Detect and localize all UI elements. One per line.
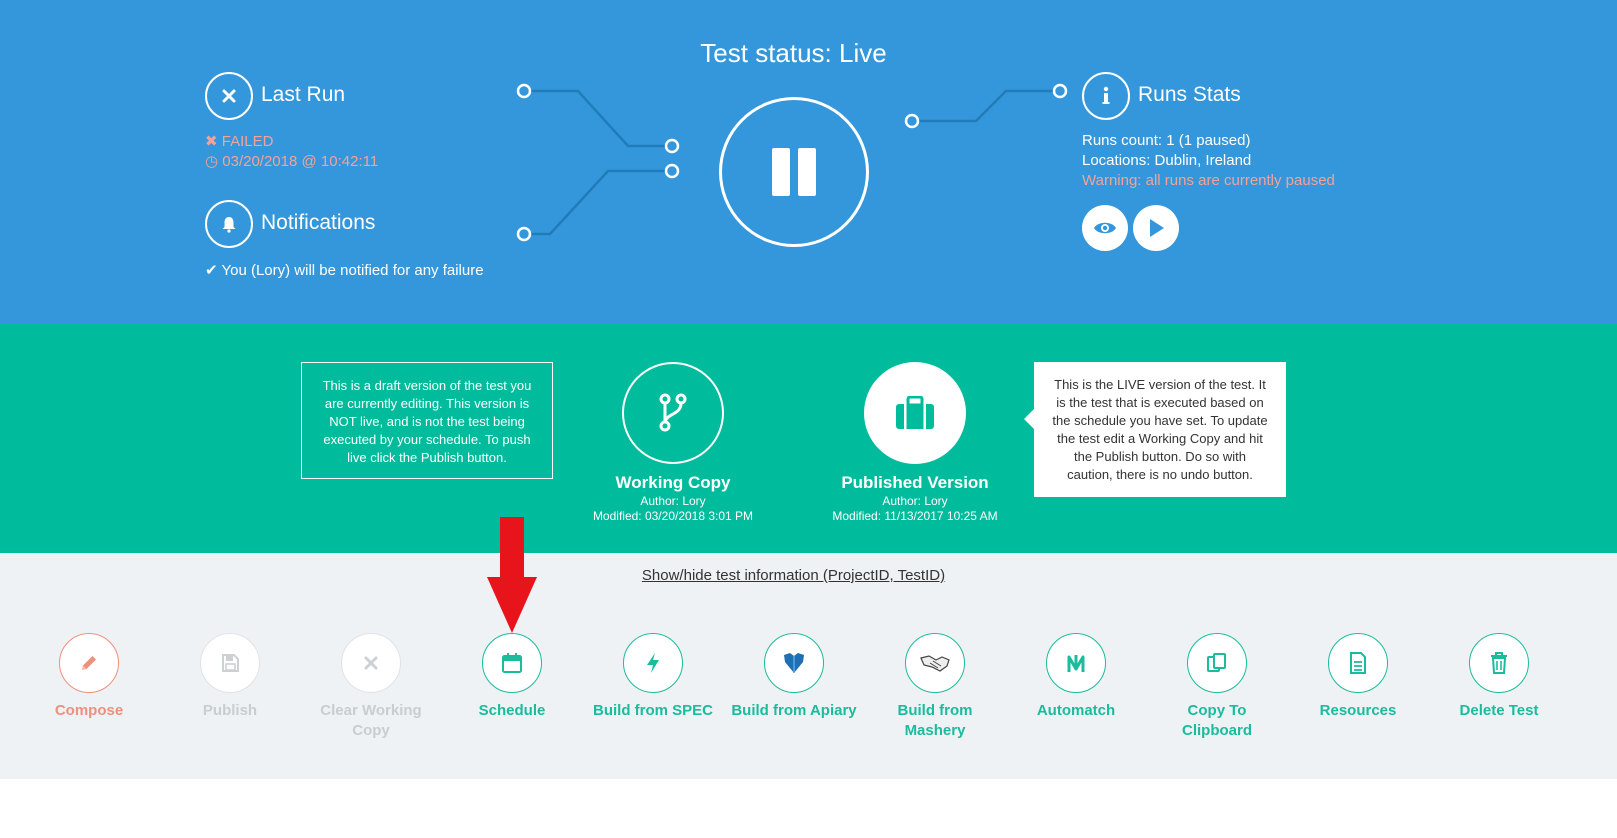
toggle-test-info-link[interactable]: Show/hide test information (ProjectID, T… [0,567,1587,584]
published-version-modified: Modified: 11/13/2017 10:25 AM [832,509,998,523]
runs-stats-title: Runs Stats [1138,83,1241,106]
live-help-box: This is the LIVE version of the test. It… [1034,362,1286,497]
resume-runs-button[interactable] [1133,205,1179,251]
versions-panel: This is a draft version of the test you … [0,323,1617,553]
build-from-mashery-button[interactable]: Build from Mashery [870,633,1000,741]
live-help-pointer [1024,409,1034,429]
automatch-icon [1046,633,1106,693]
build-from-spec-button[interactable]: Build from SPEC [588,633,718,721]
clock-icon: ◷ [205,153,219,170]
delete-test-button[interactable]: Delete Test [1434,633,1564,721]
automatch-label: Automatch [1036,702,1116,719]
notifications-title: Notifications [261,211,376,234]
trash-icon [1469,633,1529,693]
info-icon [1082,72,1130,120]
notifications-message: ✔ You (Lory) will be notified for any fa… [205,261,484,279]
published-version-button[interactable] [864,362,966,464]
save-icon [200,633,260,693]
last-run-result: ✖ FAILED [205,132,273,150]
automatch-button[interactable]: Automatch [1011,633,1141,721]
pencil-icon [59,633,119,693]
red-annotation-arrow [487,517,537,633]
draft-help-box: This is a draft version of the test you … [301,362,553,479]
test-status-panel: Test status: Live Last Run ✖ FAILED ◷ 03… [0,0,1617,323]
resources-label: Resources [1319,702,1397,719]
last-run-timestamp-text: 03/20/2018 @ 10:42:11 [222,153,379,170]
bolt-icon [623,633,683,693]
copy-icon [1187,633,1247,693]
copy-to-clipboard-label: Copy To Clipboard [1182,702,1252,739]
build-from-apiary-button[interactable]: Build from Apiary [729,633,859,721]
working-copy-modified: Modified: 03/20/2018 3:01 PM [592,509,754,523]
apiary-icon [764,633,824,693]
build-from-spec-label: Build from SPEC [592,702,713,719]
build-from-apiary-label: Build from Apiary [731,702,857,719]
last-run-title: Last Run [261,83,346,106]
delete-test-label: Delete Test [1459,702,1539,719]
runs-count: Runs count: 1 (1 paused) [1082,132,1251,149]
bell-icon [205,200,253,248]
pause-button[interactable] [719,97,869,247]
compose-label: Compose [54,702,124,719]
document-icon [1328,633,1388,693]
schedule-label: Schedule [478,702,546,719]
published-version-title: Published Version [841,473,989,492]
compose-button[interactable]: Compose [24,633,154,721]
calendar-icon [482,633,542,693]
branch-icon [659,393,687,432]
runs-locations: Locations: Dublin, Ireland [1082,152,1252,169]
working-copy-title: Working Copy [615,473,731,492]
last-run-timestamp: ◷ 03/20/2018 @ 10:42:11 [205,152,378,170]
last-run-result-text: FAILED [221,133,274,150]
publish-label: Publish [202,702,258,719]
eye-icon [1094,222,1116,234]
working-copy-author: Author: Lory [640,494,706,508]
publish-button[interactable]: Publish [165,633,295,721]
clear-working-copy-label: Clear Working Copy [320,702,422,739]
x-small-icon: ✖ [205,133,218,150]
clear-working-copy-button[interactable]: Clear Working Copy [306,633,436,741]
schedule-button[interactable]: Schedule [447,633,577,721]
resources-button[interactable]: Resources [1293,633,1423,721]
briefcase-icon [896,396,934,429]
published-version-author: Author: Lory [882,494,948,508]
actions-panel: Show/hide test information (ProjectID, T… [0,553,1617,779]
pause-icon-bar-left [772,148,790,196]
runs-warning: Warning: all runs are currently paused [1082,172,1335,189]
pause-icon-bar-right [798,148,816,196]
notifications-message-text: You (Lory) will be notified for any fail… [221,262,484,279]
x-icon [205,72,253,120]
copy-to-clipboard-button[interactable]: Copy To Clipboard [1152,633,1282,741]
view-runs-button[interactable] [1082,205,1128,251]
working-copy-button[interactable] [622,362,724,464]
build-from-mashery-label: Build from Mashery [897,702,973,739]
check-icon: ✔ [205,262,218,279]
x-icon [341,633,401,693]
handshake-icon [905,633,965,693]
play-icon [1150,219,1164,237]
